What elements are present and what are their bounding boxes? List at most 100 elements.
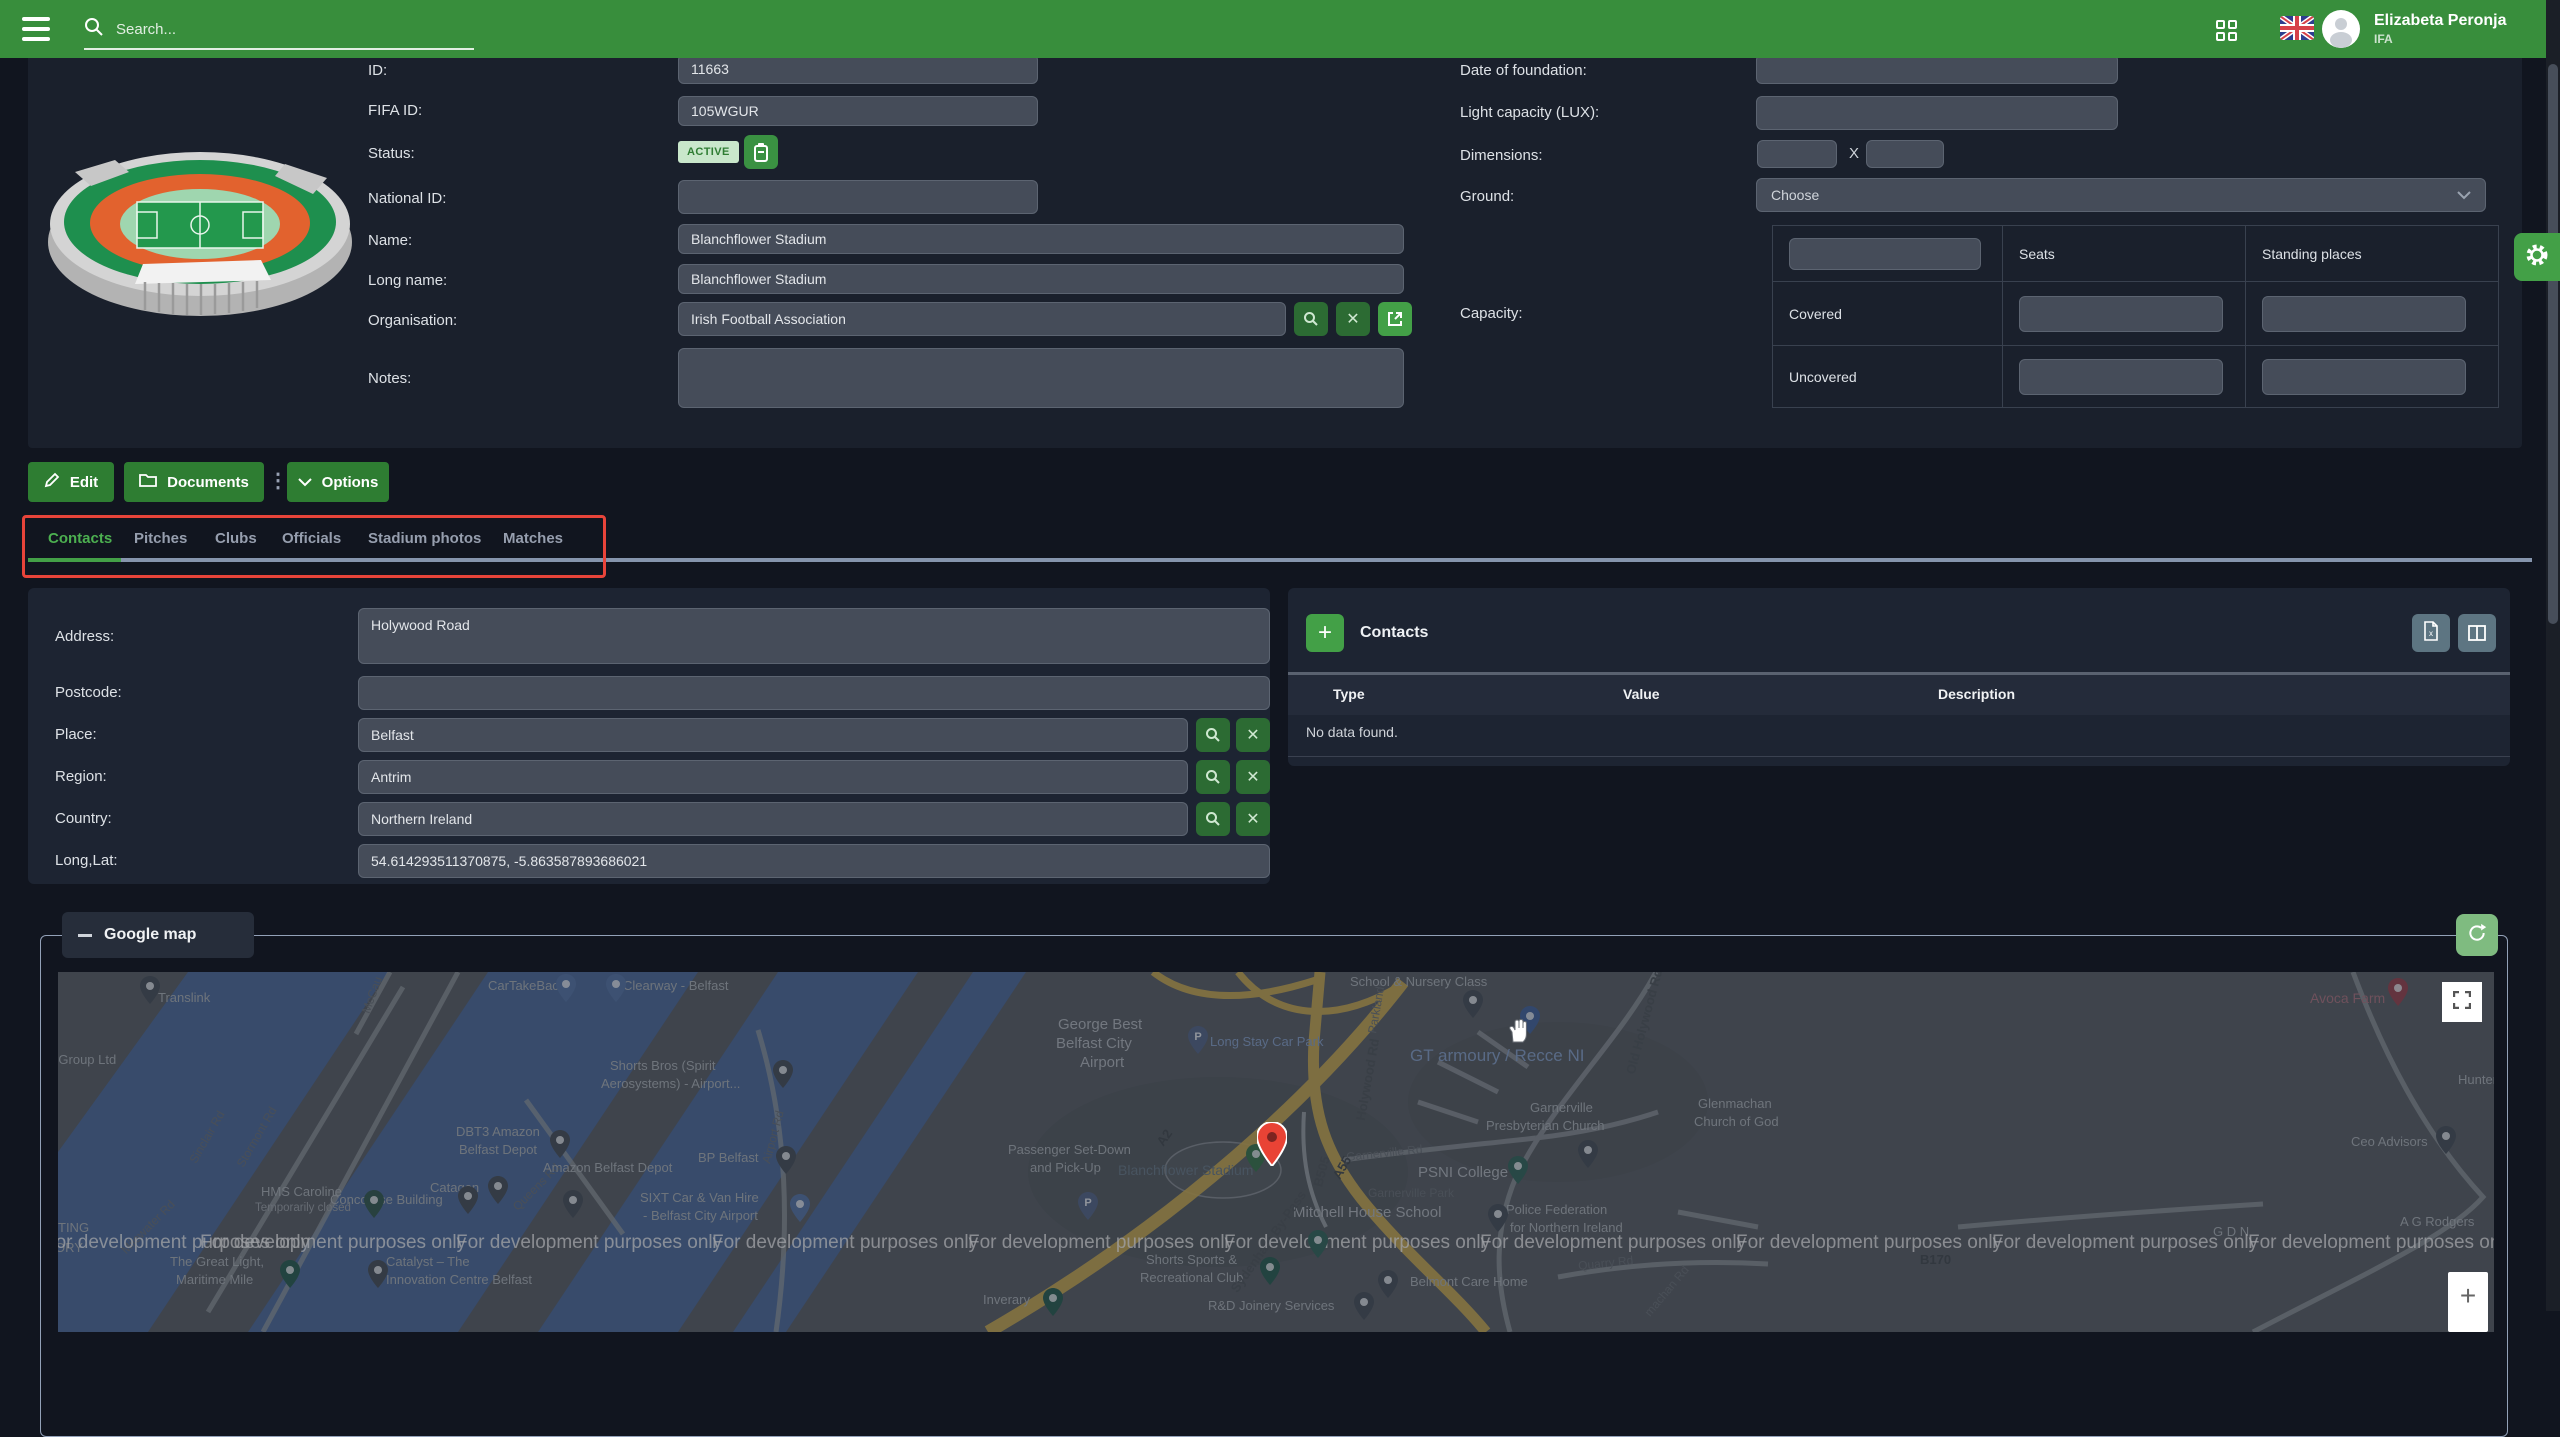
notes-label: Notes: <box>368 370 411 387</box>
notes-field[interactable] <box>678 348 1404 408</box>
ground-select[interactable]: Choose <box>1756 178 2486 212</box>
map-zoom-in-button[interactable]: + <box>2448 1272 2488 1332</box>
language-flag-icon[interactable] <box>2280 16 2314 45</box>
ground-select-value: Choose <box>1771 187 1819 203</box>
covered-seats-cell <box>2002 281 2245 345</box>
name-label: Name: <box>368 232 412 249</box>
contacts-table-bottom-divider <box>1288 756 2510 757</box>
uncovered-standing-cell <box>2245 345 2499 408</box>
country-clear-button[interactable]: ✕ <box>1236 802 1270 836</box>
capacity-label: Capacity: <box>1460 305 1523 322</box>
documents-button[interactable]: Documents <box>124 462 264 502</box>
status-history-button[interactable] <box>744 135 778 169</box>
dimension-length-field[interactable] <box>1866 140 1944 168</box>
name-field[interactable] <box>678 224 1404 254</box>
uncovered-seats-cell <box>2002 345 2245 408</box>
country-field[interactable] <box>358 802 1188 836</box>
contacts-panel-title: Contacts <box>1360 624 1428 642</box>
user-org: IFA <box>2374 32 2393 46</box>
capacity-col-standing: Standing places <box>2245 225 2499 281</box>
more-actions-dots-icon[interactable]: ⋮ <box>268 468 288 493</box>
search-bar[interactable] <box>84 10 474 50</box>
country-label: Country: <box>55 810 112 827</box>
columns-icon[interactable] <box>2458 614 2496 652</box>
uncovered-standing-field[interactable] <box>2262 359 2466 395</box>
dimension-width-field[interactable] <box>1757 140 1837 168</box>
pencil-icon <box>44 472 60 492</box>
capacity-header-input[interactable] <box>1789 238 1981 270</box>
organisation-open-button[interactable] <box>1378 302 1412 336</box>
contacts-col-value: Value <box>1623 686 1660 702</box>
options-button[interactable]: Options <box>287 462 389 502</box>
organisation-search-button[interactable] <box>1294 302 1328 336</box>
region-field[interactable] <box>358 760 1188 794</box>
map-refresh-button[interactable] <box>2456 914 2498 956</box>
capacity-header-input-cell <box>1772 225 2002 281</box>
long-name-field[interactable] <box>678 264 1404 294</box>
export-excel-button[interactable]: x <box>2412 614 2450 652</box>
uncovered-seats-field[interactable] <box>2019 359 2223 395</box>
contacts-empty-row: No data found. <box>1306 724 1398 740</box>
user-avatar[interactable] <box>2322 10 2360 48</box>
minus-icon <box>78 934 92 937</box>
map-fullscreen-button[interactable] <box>2442 982 2482 1022</box>
gear-icon <box>2524 242 2550 273</box>
search-icon <box>84 17 104 42</box>
add-contact-button[interactable]: + <box>1306 614 1344 652</box>
google-map[interactable]: Translinkber Group LtdSinclair RdStormon… <box>58 972 2494 1332</box>
organisation-label: Organisation: <box>368 312 457 329</box>
light-capacity-label: Light capacity (LUX): <box>1460 104 1599 121</box>
foundation-field[interactable] <box>1756 54 2118 84</box>
longlat-label: Long,Lat: <box>55 852 118 869</box>
id-field[interactable] <box>678 54 1038 84</box>
postcode-field[interactable] <box>358 676 1270 710</box>
contacts-col-type: Type <box>1333 686 1365 702</box>
dimensions-separator: X <box>1849 145 1859 162</box>
settings-flyout-button[interactable] <box>2514 233 2560 281</box>
place-search-button[interactable] <box>1196 718 1230 752</box>
google-map-collapse-header[interactable]: Google map <box>62 912 254 958</box>
national-id-field[interactable] <box>678 180 1038 214</box>
hamburger-menu-icon[interactable] <box>22 17 50 41</box>
folder-icon <box>139 472 157 492</box>
search-input[interactable] <box>114 20 448 39</box>
page-scrollbar-thumb[interactable] <box>2548 64 2558 624</box>
place-clear-button[interactable]: ✕ <box>1236 718 1270 752</box>
region-search-button[interactable] <box>1196 760 1230 794</box>
id-label: ID: <box>368 62 387 79</box>
longlat-field[interactable] <box>358 844 1270 878</box>
google-map-legend-label: Google map <box>104 926 196 944</box>
light-capacity-field[interactable] <box>1756 96 2118 130</box>
annotation-highlight-box <box>22 515 606 578</box>
covered-standing-field[interactable] <box>2262 296 2466 332</box>
place-label: Place: <box>55 726 97 743</box>
options-button-label: Options <box>322 474 379 491</box>
region-clear-button[interactable]: ✕ <box>1236 760 1270 794</box>
status-badge: ACTIVE <box>678 141 739 163</box>
organisation-field[interactable] <box>678 302 1286 336</box>
apps-grid-icon[interactable] <box>2216 20 2238 42</box>
long-name-label: Long name: <box>368 272 447 289</box>
fifa-id-field[interactable] <box>678 96 1038 126</box>
address-panel: Address: Holywood Road Postcode: Place: … <box>28 588 1270 884</box>
edit-button[interactable]: Edit <box>28 462 114 502</box>
capacity-row-covered-label: Covered <box>1772 281 2002 345</box>
place-field[interactable] <box>358 718 1188 752</box>
edit-button-label: Edit <box>70 474 98 491</box>
contacts-panel: + Contacts x Type Value Description No d… <box>1288 588 2510 766</box>
refresh-icon <box>2467 923 2487 948</box>
dimensions-label: Dimensions: <box>1460 147 1543 164</box>
region-label: Region: <box>55 768 107 785</box>
capacity-col-seats: Seats <box>2002 225 2245 281</box>
svg-text:x: x <box>2429 629 2433 638</box>
stadium-photo <box>45 142 355 325</box>
address-label: Address: <box>55 628 114 645</box>
map-marker-icon[interactable] <box>1257 1122 1287 1171</box>
organisation-clear-button[interactable]: ✕ <box>1336 302 1370 336</box>
country-search-button[interactable] <box>1196 802 1230 836</box>
documents-button-label: Documents <box>167 474 249 491</box>
covered-seats-field[interactable] <box>2019 296 2223 332</box>
postcode-label: Postcode: <box>55 684 122 701</box>
address-field[interactable]: Holywood Road <box>358 608 1270 664</box>
capacity-row-uncovered-label: Uncovered <box>1772 345 2002 408</box>
